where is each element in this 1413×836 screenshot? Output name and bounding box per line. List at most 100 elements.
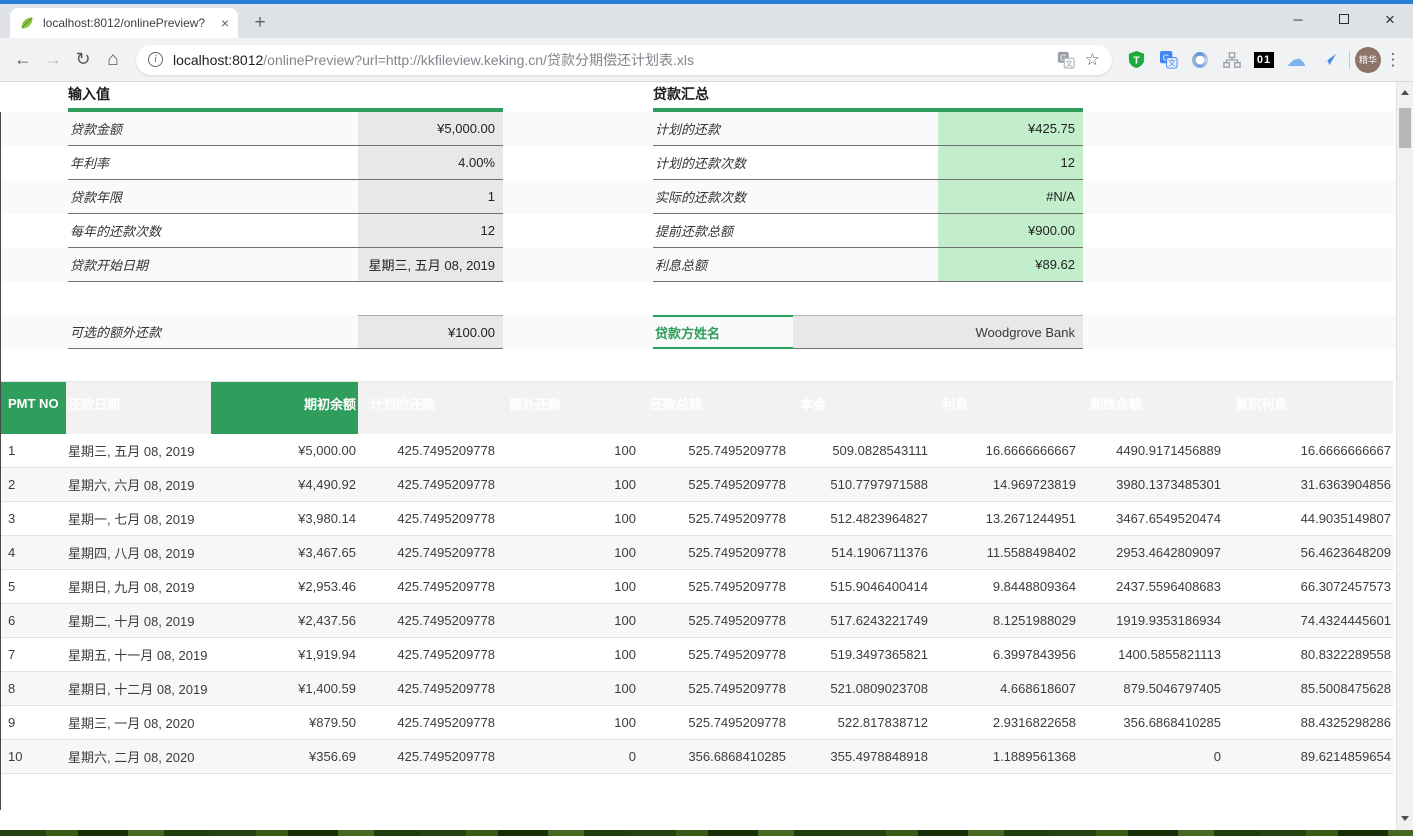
schedule-cell: 425.7495209778 — [358, 638, 497, 671]
back-button[interactable]: ← — [8, 45, 38, 75]
schedule-cell: 星期三, 一月 08, 2020 — [66, 706, 211, 739]
vertical-scrollbar[interactable] — [1396, 82, 1413, 830]
schedule-cell: 0 — [497, 740, 638, 773]
scrollbar-up-arrow-icon[interactable] — [1397, 84, 1413, 100]
home-button[interactable]: ⌂ — [98, 45, 128, 75]
schedule-cell: 9.8448809364 — [930, 570, 1078, 603]
profile-avatar[interactable]: 精华 — [1355, 47, 1381, 73]
schedule-cell: 16.6666666667 — [1223, 434, 1393, 467]
schedule-cell: 31.6363904856 — [1223, 468, 1393, 501]
summary-value: ¥900.00 — [938, 214, 1083, 247]
amortization-table: PMT NO还款日期期初余额计划的还款额外还款还款总额本金利息期终余额累积利息 … — [0, 381, 1393, 774]
bookmark-star-icon[interactable]: ☆ — [1085, 50, 1100, 70]
inputs-table: 贷款金额¥5,000.00年利率4.00%贷款年限1每年的还款次数12贷款开始日… — [68, 112, 503, 282]
summary-row: 计划的还款¥425.75 — [653, 112, 1083, 146]
window-maximize-button[interactable] — [1321, 4, 1367, 34]
schedule-cell: 7 — [0, 638, 66, 671]
address-bar[interactable]: i localhost:8012/onlinePreview?url=http:… — [136, 45, 1112, 75]
extension-translate-icon[interactable]: G 文 — [1154, 46, 1182, 74]
reload-button[interactable]: ↻ — [68, 45, 98, 75]
schedule-cell: ¥356.69 — [211, 740, 358, 773]
summary-table: 计划的还款¥425.75计划的还款次数12实际的还款次数#N/A提前还款总额¥9… — [653, 112, 1083, 282]
schedule-cell: 3980.1373485301 — [1078, 468, 1223, 501]
schedule-cell: 66.3072457573 — [1223, 570, 1393, 603]
schedule-cell: 6.3997843956 — [930, 638, 1078, 671]
schedule-header-cell: 期终余额 — [1078, 382, 1223, 434]
svg-text:文: 文 — [1168, 58, 1176, 68]
extension-swirl-icon[interactable] — [1186, 46, 1214, 74]
schedule-header-cell: 计划的还款 — [358, 382, 497, 434]
schedule-cell: 星期六, 二月 08, 2020 — [66, 740, 211, 773]
schedule-cell: 510.7797971588 — [788, 468, 930, 501]
window-close-button[interactable]: × — [1367, 4, 1413, 34]
schedule-cell: 509.0828543111 — [788, 434, 930, 467]
page-background-strip — [0, 830, 1413, 836]
schedule-cell: 1.1889561368 — [930, 740, 1078, 773]
schedule-cell: 星期五, 十一月 08, 2019 — [66, 638, 216, 671]
schedule-cell: 100 — [497, 536, 638, 569]
schedule-cell: 525.7495209778 — [638, 434, 788, 467]
lender-label: 贷款方姓名 — [653, 315, 793, 349]
schedule-cell: 10 — [0, 740, 66, 773]
schedule-cell: 100 — [497, 570, 638, 603]
badge-01: 01 — [1254, 52, 1274, 68]
sheet-left-border — [0, 112, 1, 810]
summary-row: 提前还款总额¥900.00 — [653, 214, 1083, 248]
schedule-cell: ¥4,490.92 — [211, 468, 358, 501]
schedule-cell: 1 — [0, 434, 66, 467]
schedule-cell: ¥5,000.00 — [211, 434, 358, 467]
schedule-cell: 2 — [0, 468, 66, 501]
schedule-cell: 100 — [497, 468, 638, 501]
browser-tab[interactable]: localhost:8012/onlinePreview? × — [10, 8, 238, 38]
schedule-cell: 356.6868410285 — [638, 740, 788, 773]
schedule-cell: 80.8322289558 — [1223, 638, 1393, 671]
tab-strip: localhost:8012/onlinePreview? × + ─ × — [0, 4, 1413, 38]
schedule-cell: ¥1,919.94 — [211, 638, 358, 671]
schedule-cell: 525.7495209778 — [638, 604, 788, 637]
url-text[interactable]: localhost:8012/onlinePreview?url=http://… — [173, 50, 1047, 70]
summary-row: 可选的额外还款¥100.00 — [68, 315, 503, 349]
summary-label: 贷款金额 — [68, 112, 358, 145]
browser-menu-icon[interactable]: ⋮ — [1381, 50, 1405, 70]
schedule-cell: 44.9035149807 — [1223, 502, 1393, 535]
summary-label: 计划的还款 — [653, 112, 938, 145]
extension-01-badge-icon[interactable]: 01 — [1250, 46, 1278, 74]
summary-value: ¥89.62 — [938, 248, 1083, 281]
new-tab-button[interactable]: + — [246, 9, 274, 37]
summary-label: 每年的还款次数 — [68, 214, 358, 247]
extension-sitemap-icon[interactable] — [1218, 46, 1246, 74]
schedule-cell: 星期日, 十二月 08, 2019 — [66, 672, 216, 705]
schedule-cell: 星期二, 十月 08, 2019 — [66, 604, 211, 637]
schedule-header-cell: 累积利息 — [1223, 382, 1393, 434]
translate-page-icon[interactable]: G 文 — [1057, 51, 1075, 69]
tab-close-icon[interactable]: × — [221, 16, 229, 30]
schedule-cell: ¥3,980.14 — [211, 502, 358, 535]
schedule-cell: 星期六, 六月 08, 2019 — [66, 468, 211, 501]
url-host: localhost:8012 — [173, 52, 263, 68]
forward-button[interactable]: → — [38, 45, 68, 75]
schedule-cell: 56.4623648209 — [1223, 536, 1393, 569]
schedule-cell: 425.7495209778 — [358, 536, 497, 569]
scrollbar-down-arrow-icon[interactable] — [1397, 810, 1413, 826]
page-info-icon[interactable]: i — [148, 52, 163, 67]
schedule-header-cell: 利息 — [930, 382, 1078, 434]
schedule-cell: 100 — [497, 672, 638, 705]
scrollbar-thumb[interactable] — [1399, 108, 1411, 148]
extension-shield-icon[interactable]: T — [1122, 46, 1150, 74]
summary-value: ¥100.00 — [358, 315, 503, 348]
schedule-row: 5星期日, 九月 08, 2019¥2,953.46425.7495209778… — [0, 570, 1393, 604]
schedule-row: 1星期三, 五月 08, 2019¥5,000.00425.7495209778… — [0, 434, 1393, 468]
schedule-cell: ¥879.50 — [211, 706, 358, 739]
schedule-cell: 2.9316822658 — [930, 706, 1078, 739]
window-minimize-button[interactable]: ─ — [1275, 4, 1321, 34]
amortization-header-row: PMT NO还款日期期初余额计划的还款额外还款还款总额本金利息期终余额累积利息 — [0, 381, 1393, 434]
schedule-cell: 1919.9353186934 — [1078, 604, 1223, 637]
schedule-cell: 星期日, 九月 08, 2019 — [66, 570, 211, 603]
schedule-cell: 515.9046400414 — [788, 570, 930, 603]
schedule-cell: 525.7495209778 — [638, 706, 788, 739]
schedule-cell: 100 — [497, 502, 638, 535]
extension-bird-icon[interactable] — [1314, 46, 1342, 74]
extension-cloud-icon[interactable]: ☁ — [1282, 46, 1310, 74]
summary-label: 利息总额 — [653, 248, 938, 281]
extra-payment-row: 可选的额外还款¥100.00 — [68, 315, 503, 349]
